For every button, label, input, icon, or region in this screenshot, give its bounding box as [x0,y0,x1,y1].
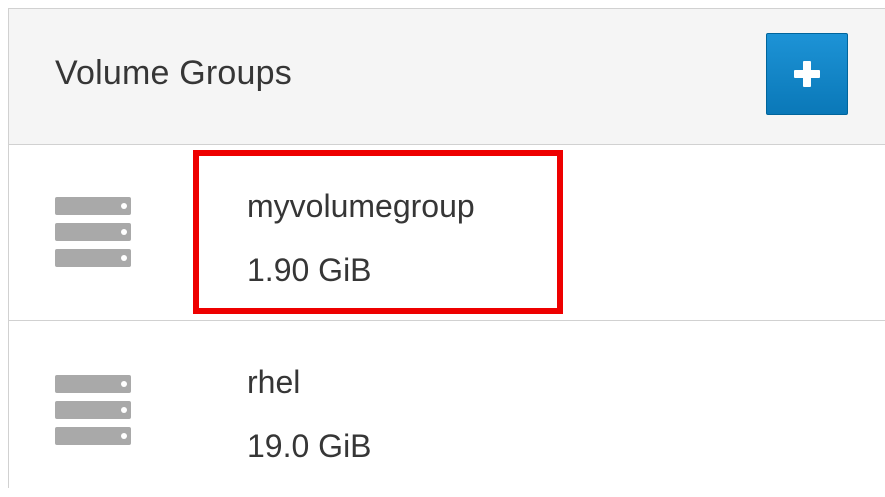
plus-icon [794,61,820,87]
volume-group-name: myvolumegroup [247,188,475,224]
add-volume-group-button[interactable] [766,33,848,115]
volume-group-size: 19.0 GiB [247,428,372,464]
volume-group-row-rhel[interactable]: rhel 19.0 GiB [9,321,885,497]
panel-header: Volume Groups [9,9,885,145]
volume-group-size: 1.90 GiB [247,252,372,288]
panel-title: Volume Groups [55,54,292,92]
volume-group-name: rhel [247,364,301,400]
drive-stack-icon [55,197,131,267]
volume-groups-panel: Volume Groups myvolumegroup 1.90 GiB rhe… [8,8,885,488]
drive-stack-icon [55,375,131,445]
volume-group-row-myvolumegroup[interactable]: myvolumegroup 1.90 GiB [9,145,885,321]
